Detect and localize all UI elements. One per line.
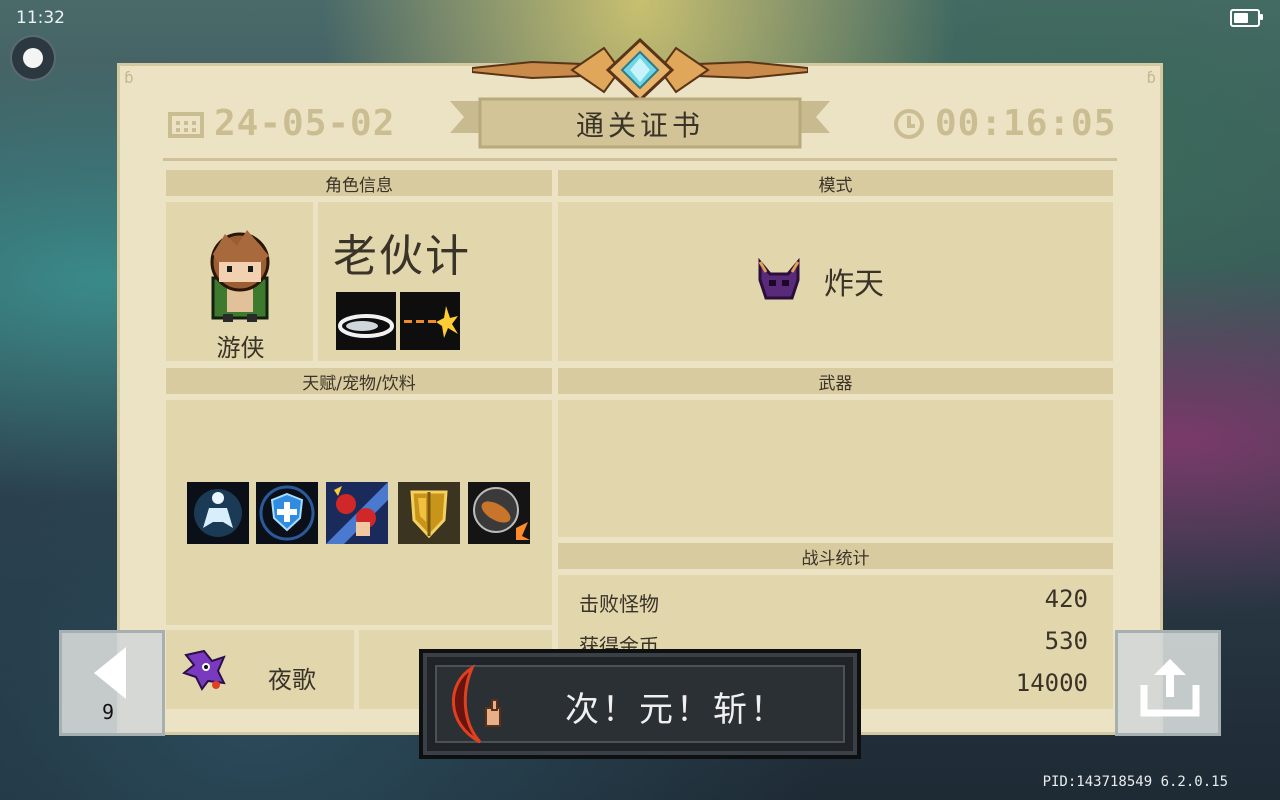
share-button[interactable] [1115,630,1221,736]
divider [163,158,1117,161]
corner-ornament: ɓ [1146,68,1156,87]
certificate-title: 通关证书 [575,109,704,142]
pet-name: 夜歌 [268,666,316,694]
header-battle-stats: 战斗统计 [558,543,1113,569]
ranger-portrait-icon [210,230,270,322]
stat-value-gold: 530 [1044,627,1088,655]
crest-ornament [472,38,808,100]
player-id: PID:143718549 6.2.0.15 [1042,774,1228,790]
weapons-cell [558,400,1113,537]
golden-shield-icon [398,482,460,544]
gun-burst-icon [400,292,460,350]
share-icon [1140,659,1200,717]
weapon-name: 次！元！斩！ [565,690,787,730]
character-name: 老伙计 [333,231,471,282]
sausage-icon [468,482,530,544]
stat-value-third: 14000 [1015,669,1088,697]
battery-icon [1230,9,1263,27]
clock-icon [894,108,924,139]
duration-display: 00:16:05 [893,103,1116,144]
clear-date: 24-05-02 [214,103,396,144]
header-talents: 天赋/宠物/饮料 [166,368,552,394]
header-weapons: 武器 [558,368,1113,394]
stat-label-kills: 击败怪物 [579,592,659,616]
clear-duration: 00:16:05 [935,103,1117,144]
demon-horns-icon [758,258,800,300]
prev-count: 9 [102,700,115,724]
purple-bird-icon [182,649,226,691]
record-button[interactable] [12,37,54,79]
crescent-blade-icon [451,664,501,744]
status-time: 11:32 [16,8,65,28]
corner-ornament: ɓ [124,68,134,87]
boxing-glove-icon [326,482,388,544]
mode-name: 炸天 [824,267,884,302]
shield-plus-icon [256,482,318,544]
arrow-left-icon [94,647,126,699]
character-class: 游侠 [216,334,265,362]
meditation-icon [187,482,249,544]
header-mode: 模式 [558,170,1113,196]
mode-display: 炸天 [756,258,884,304]
calendar-icon [168,111,204,138]
date-display: 24-05-02 [168,103,395,144]
header-character-info: 角色信息 [166,170,552,196]
dash-slash-icon [336,292,396,350]
stat-value-kills: 420 [1044,585,1088,613]
